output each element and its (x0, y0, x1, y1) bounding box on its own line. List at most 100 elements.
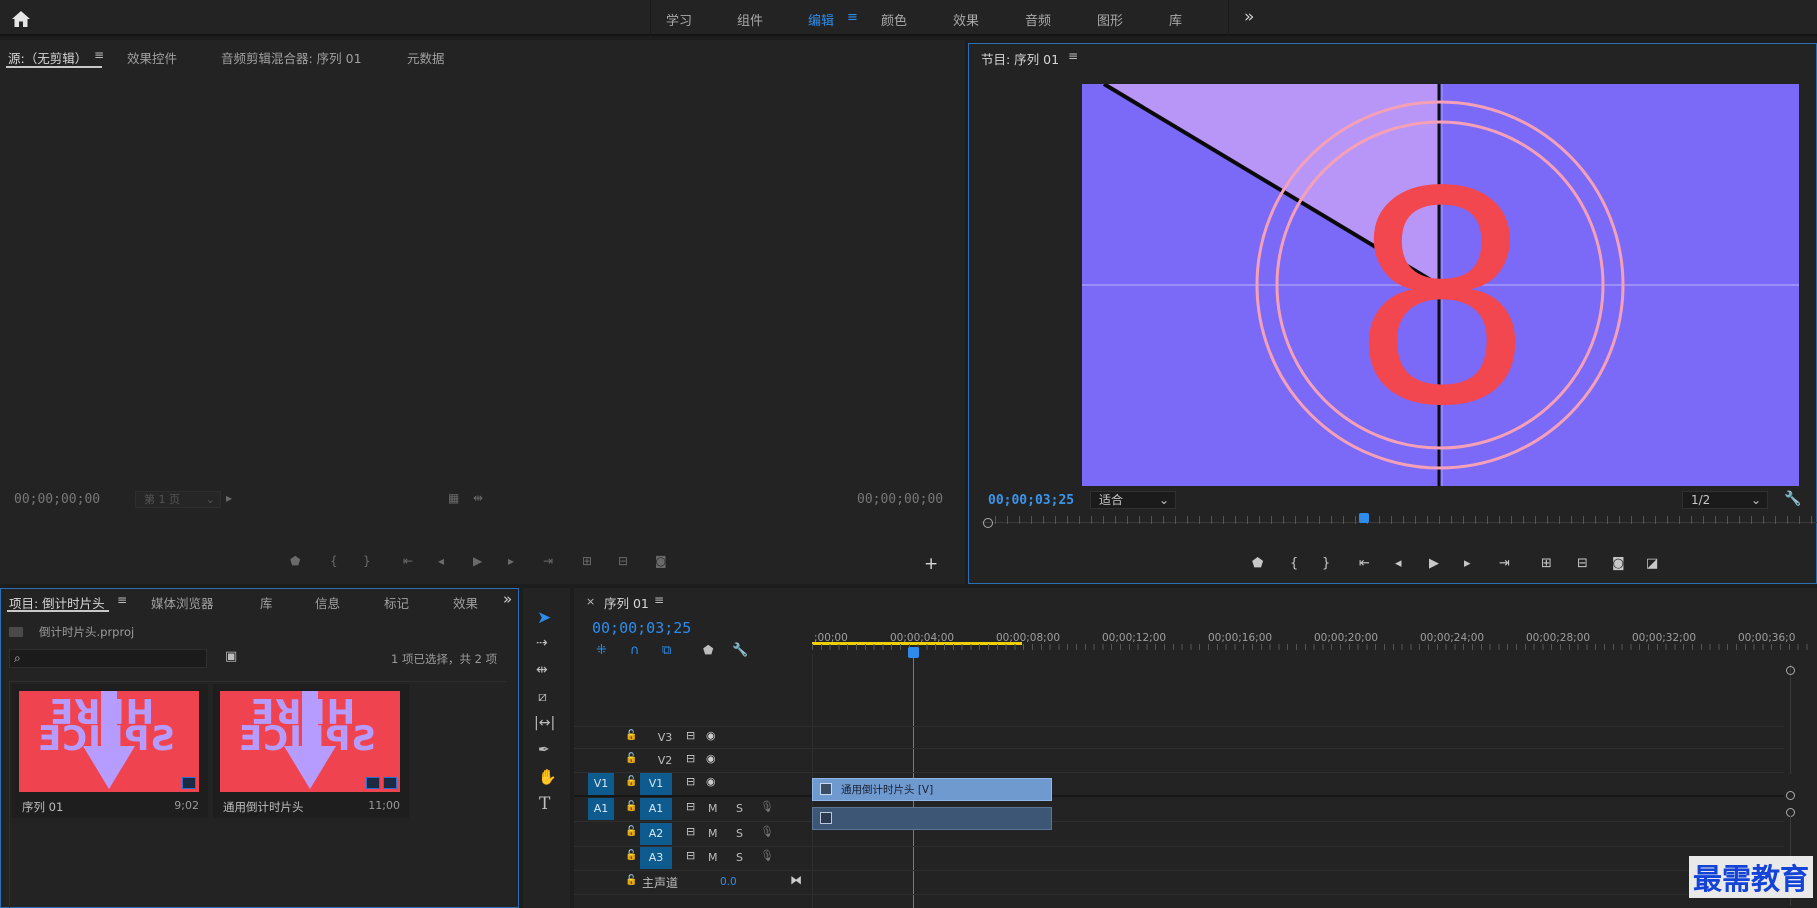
workspace-tab-learn[interactable]: 学习 (666, 10, 692, 29)
selection-tool-icon[interactable]: ➤ (537, 608, 551, 628)
program-monitor-preview[interactable]: 8 (1082, 84, 1799, 486)
workspace-tab-graphics[interactable]: 图形 (1097, 10, 1123, 29)
program-time-ruler[interactable] (981, 513, 1817, 530)
track-label-a1[interactable]: A1 (640, 798, 672, 820)
solo-button[interactable]: S (736, 802, 743, 815)
zoom-handle[interactable] (983, 518, 993, 528)
overwrite-icon[interactable]: ⊟ (618, 554, 628, 568)
microphone-icon[interactable]: 🎙 (760, 849, 774, 862)
program-playhead[interactable] (1359, 513, 1369, 523)
master-volume-value[interactable]: 0.0 (720, 876, 737, 888)
home-button[interactable] (6, 6, 36, 32)
sync-lock-icon[interactable]: ⊟ (686, 849, 695, 862)
razor-tool-icon[interactable]: ⧄ (538, 689, 547, 705)
program-panel-menu-icon[interactable]: ≡ (1068, 49, 1078, 63)
new-search-bin-icon[interactable]: ▣ (225, 649, 237, 664)
step-back-icon[interactable]: ◂ (438, 554, 444, 568)
sync-lock-icon[interactable]: ⊟ (686, 775, 695, 788)
master-expand-icon[interactable]: ⧓ (790, 873, 802, 887)
source-patch-a1[interactable]: A1 (588, 798, 614, 820)
workspace-menu-icon[interactable]: ≡ (847, 10, 858, 25)
pen-tool-icon[interactable]: ✒ (538, 742, 550, 758)
play-small-icon[interactable]: ▸ (226, 491, 232, 505)
timeline-timecode[interactable]: 00;00;03;25 (592, 619, 691, 637)
export-frame-icon[interactable]: ◙ (655, 554, 667, 568)
wrench-icon[interactable]: 🔧 (1784, 491, 1801, 507)
mark-out-icon[interactable]: } (1322, 556, 1330, 571)
lock-icon[interactable]: 🔓 (625, 776, 637, 787)
eye-icon[interactable]: ◉ (706, 729, 716, 742)
insert-icon[interactable]: ⊞ (582, 554, 592, 568)
mark-in-icon[interactable]: { (330, 554, 338, 568)
sync-lock-icon[interactable]: ⊟ (686, 752, 695, 765)
fit-select[interactable]: 适合 ⌄ (1090, 491, 1176, 509)
tab-audio-clip-mixer[interactable]: 音频剪辑混合器: 序列 01 (221, 48, 362, 67)
play-icon[interactable]: ▶ (473, 554, 482, 568)
track-label-v2[interactable]: V2 (652, 750, 678, 772)
workspace-tab-libraries[interactable]: 库 (1169, 10, 1182, 29)
step-forward-icon[interactable]: ▸ (1464, 556, 1471, 571)
tab-metadata[interactable]: 元数据 (407, 48, 445, 67)
mute-button[interactable]: M (708, 851, 718, 864)
source-timecode-in[interactable]: 00;00;00;00 (14, 492, 100, 507)
track-label-v3[interactable]: V3 (652, 727, 678, 749)
more-workspaces-icon[interactable]: » (1244, 7, 1254, 27)
lock-icon[interactable]: 🔓 (625, 826, 637, 837)
extract-icon[interactable]: ⊟ (1577, 556, 1588, 571)
timeline-menu-icon[interactable]: ≡ (654, 593, 664, 607)
play-icon[interactable]: ▶ (1429, 556, 1439, 571)
track-select-tool-icon[interactable]: ⇢ (536, 635, 548, 651)
workspace-tab-editing[interactable]: 编辑 (808, 10, 834, 29)
go-to-in-icon[interactable]: ⇤ (1359, 556, 1370, 571)
hand-tool-icon[interactable]: ✋ (538, 768, 557, 786)
sync-lock-icon[interactable]: ⊟ (686, 800, 695, 813)
microphone-icon[interactable]: 🎙 (760, 800, 774, 813)
tab-markers[interactable]: 标记 (384, 593, 409, 612)
solo-button[interactable]: S (736, 827, 743, 840)
more-panels-icon[interactable]: » (503, 590, 512, 608)
search-input[interactable]: ⌕ (9, 649, 207, 668)
mark-out-icon[interactable]: } (363, 554, 371, 568)
sync-lock-icon[interactable]: ⊟ (686, 825, 695, 838)
page-select[interactable]: 第 1 页 ⌄ (135, 491, 221, 508)
step-back-icon[interactable]: ◂ (1395, 556, 1402, 571)
slip-tool-icon[interactable]: |↔| (534, 715, 555, 731)
tab-effect-controls[interactable]: 效果控件 (127, 48, 177, 67)
linked-selection-icon[interactable]: ⧉ (662, 643, 671, 658)
microphone-icon[interactable]: 🎙 (760, 825, 774, 838)
go-to-in-icon[interactable]: ⇤ (403, 554, 413, 568)
lift-icon[interactable]: ⊞ (1541, 556, 1552, 571)
solo-button[interactable]: S (736, 851, 743, 864)
project-panel-menu-icon[interactable]: ≡ (117, 593, 127, 607)
workspace-tab-assembly[interactable]: 组件 (737, 10, 763, 29)
audio-clip[interactable] (812, 807, 1052, 830)
project-item-sequence[interactable]: HERE SPLICE 序列 01 9;02 (12, 684, 208, 818)
ripple-edit-tool-icon[interactable]: ⇹ (536, 662, 548, 678)
sync-lock-icon[interactable]: ⊟ (686, 729, 695, 742)
comparison-view-icon[interactable]: ◪ (1646, 556, 1658, 571)
add-marker-icon[interactable]: ⬟ (703, 643, 713, 657)
track-label-v1[interactable]: V1 (640, 773, 672, 795)
marker-icon[interactable]: ⬟ (290, 554, 300, 568)
drag-audio-icon[interactable]: ⇹ (473, 491, 483, 505)
lock-icon[interactable]: 🔓 (625, 875, 637, 886)
lock-icon[interactable]: 🔓 (625, 801, 637, 812)
tab-media-browser[interactable]: 媒体浏览器 (151, 593, 214, 612)
track-label-a3[interactable]: A3 (640, 847, 672, 869)
marker-icon[interactable]: ⬟ (1252, 556, 1263, 571)
mute-button[interactable]: M (708, 827, 718, 840)
eye-icon[interactable]: ◉ (706, 752, 716, 765)
project-item-countdown[interactable]: HERE SPLICE 通用倒计时片头 11;00 (213, 684, 409, 818)
lock-icon[interactable]: 🔓 (625, 850, 637, 861)
go-to-out-icon[interactable]: ⇥ (1499, 556, 1510, 571)
mute-button[interactable]: M (708, 802, 718, 815)
eye-icon[interactable]: ◉ (706, 775, 716, 788)
tab-info[interactable]: 信息 (315, 593, 340, 612)
track-label-a2[interactable]: A2 (640, 823, 672, 845)
step-forward-icon[interactable]: ▸ (508, 554, 514, 568)
tab-sequence[interactable]: 序列 01 (604, 593, 649, 612)
source-panel-menu-icon[interactable]: ≡ (94, 48, 104, 62)
tab-effects[interactable]: 效果 (453, 593, 478, 612)
lock-icon[interactable]: 🔓 (625, 753, 637, 764)
tab-source[interactable]: 源:（无剪辑） (8, 48, 87, 67)
